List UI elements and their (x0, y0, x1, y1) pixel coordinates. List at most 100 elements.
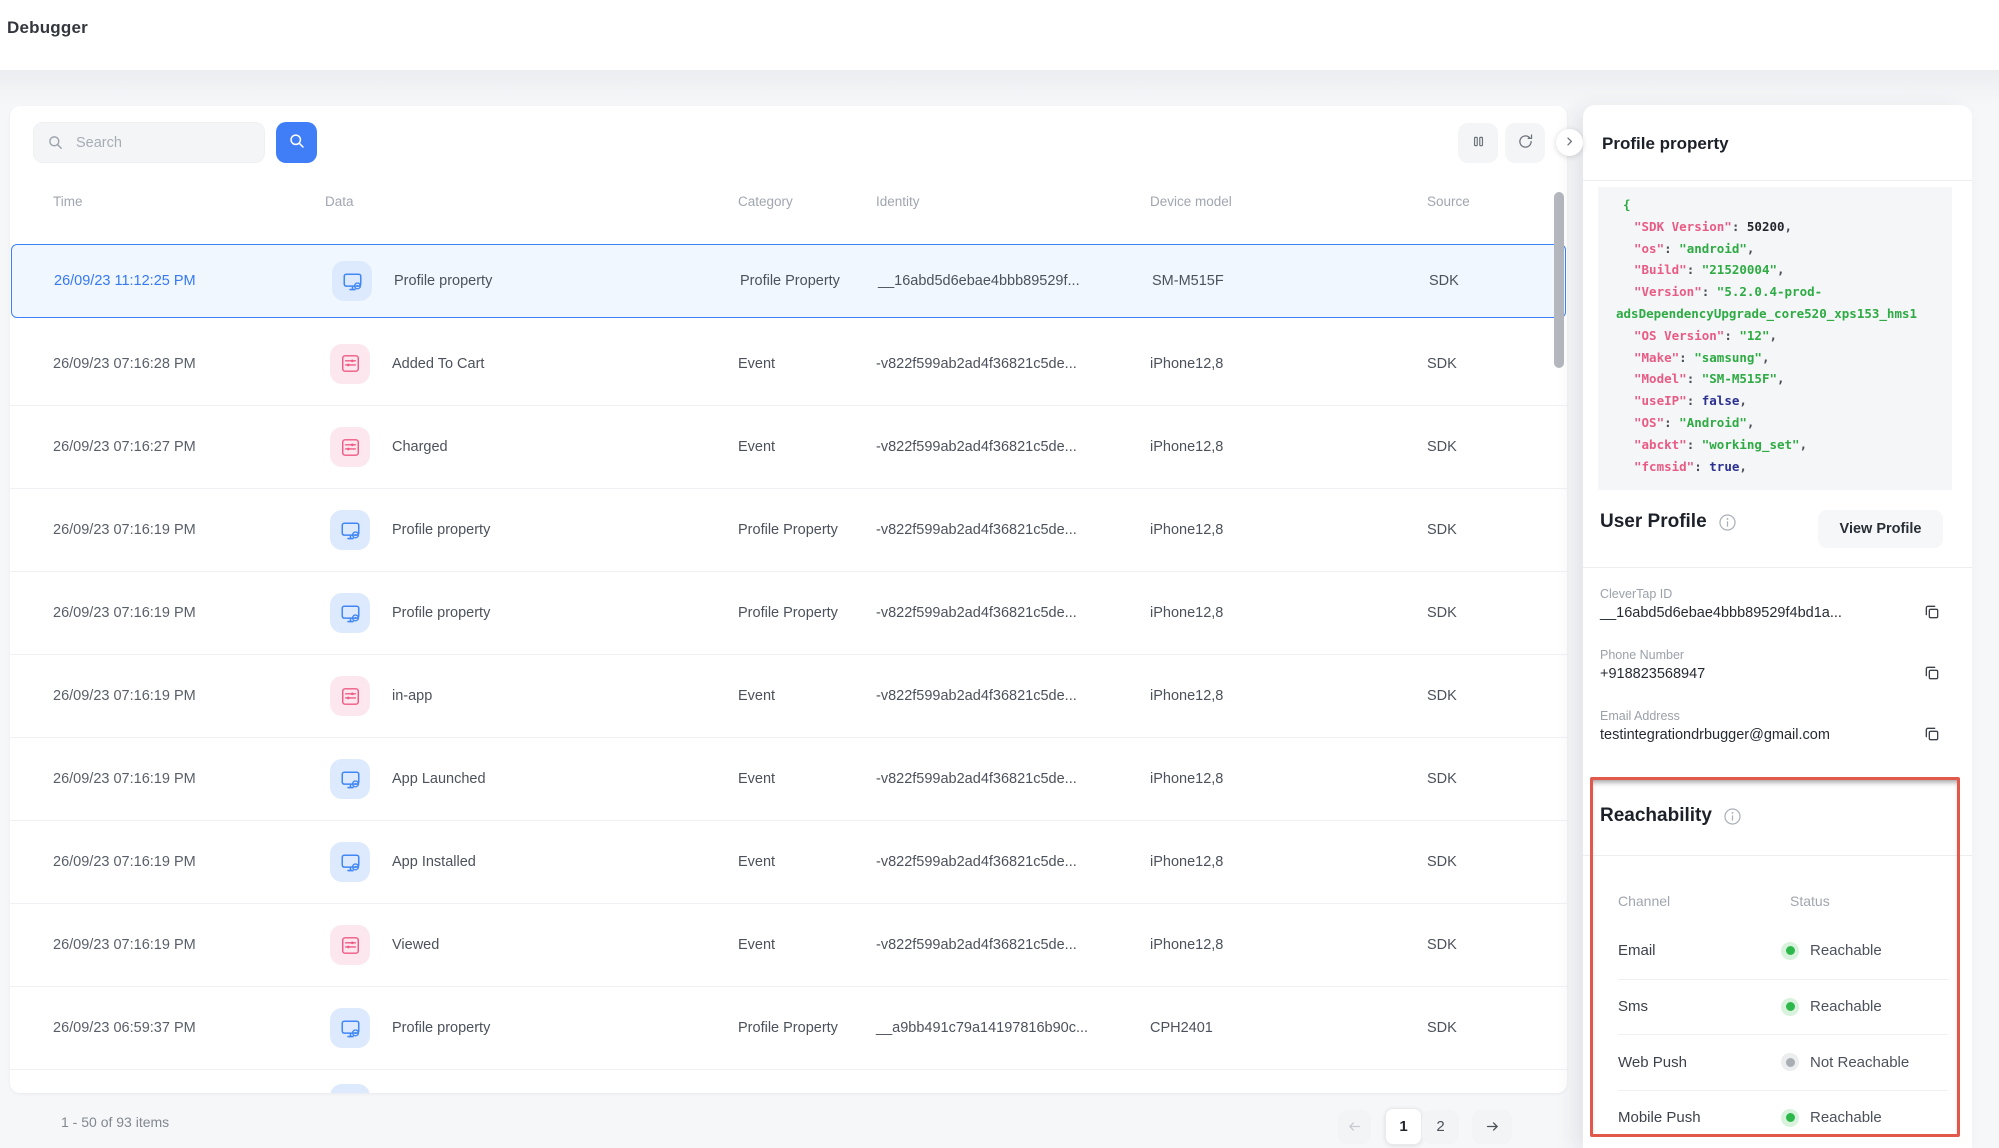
row-identity: -v822f599ab2ad4f36821c5de... (876, 854, 1077, 870)
copy-icon[interactable] (1921, 662, 1943, 684)
divider (1583, 855, 1972, 856)
row-source: SDK (1427, 771, 1457, 787)
divider (1583, 180, 1972, 181)
user-profile-field: Email Address testintegrationdrbugger@gma… (1600, 709, 1830, 743)
info-icon[interactable] (1717, 512, 1738, 533)
user-profile-field: CleverTap ID __16abd5d6ebae4bbb89529f4bd1… (1600, 587, 1842, 621)
event-sliders-icon (330, 925, 370, 965)
table-row[interactable]: 26/09/23 07:16:19 PMViewedEvent-v822f599… (10, 903, 1567, 986)
row-device-model: iPhone12,8 (1150, 771, 1223, 787)
row-time: 26/09/23 07:16:19 PM (53, 854, 196, 870)
row-category: Event (738, 688, 775, 704)
search-button[interactable] (276, 122, 317, 163)
row-time: 26/09/23 07:16:19 PM (53, 937, 196, 953)
channel-status: Reachable (1781, 942, 1882, 960)
reachability-row: Web PushNot Reachable (1618, 1034, 1948, 1090)
row-category: Event (738, 937, 775, 953)
row-source: SDK (1427, 356, 1457, 372)
row-data-label: Profile property (392, 1020, 490, 1036)
channel-status: Reachable (1781, 998, 1882, 1016)
row-time: 26/09/23 07:16:19 PM (53, 771, 196, 787)
copy-icon[interactable] (1921, 601, 1943, 623)
field-label: CleverTap ID (1600, 587, 1842, 601)
refresh-button[interactable] (1505, 123, 1545, 163)
json-code-line: "SDK Version": 50200, (1634, 216, 1948, 238)
field-label: Email Address (1600, 709, 1830, 723)
refresh-icon (1516, 132, 1535, 154)
status-label: Reachable (1810, 1109, 1882, 1126)
search-icon (287, 131, 307, 154)
device-settings-icon (332, 261, 372, 301)
row-source: SDK (1427, 522, 1457, 538)
info-icon[interactable] (1722, 806, 1743, 827)
pause-stream-button[interactable] (1458, 123, 1498, 163)
table-row[interactable]: 26/09/23 07:16:19 PMin-appEvent-v822f599… (10, 654, 1567, 737)
field-value: +918823568947 (1600, 666, 1705, 682)
row-source: SDK (1427, 1020, 1457, 1036)
row-device-model: iPhone12,8 (1150, 605, 1223, 621)
table-row[interactable]: 26/09/23 07:16:19 PMApp LaunchedEvent-v8… (10, 737, 1567, 820)
row-device-model: iPhone12,8 (1150, 937, 1223, 953)
device-settings-icon (330, 510, 370, 550)
device-settings-icon (330, 1008, 370, 1048)
row-identity: __a9bb491c79a14197816b90c... (876, 1020, 1088, 1036)
view-profile-button[interactable]: View Profile (1818, 510, 1943, 548)
table-row[interactable]: 26/09/23 07:16:19 PMApp InstalledEvent-v… (10, 820, 1567, 903)
row-data-label: Viewed (392, 937, 439, 953)
previous-page-button[interactable] (1338, 1110, 1371, 1144)
divider (1583, 567, 1972, 568)
row-category: Event (738, 356, 775, 372)
pagination: 12 (1338, 1108, 1512, 1145)
row-identity: -v822f599ab2ad4f36821c5de... (876, 356, 1077, 372)
reachability-row: EmailReachable (1618, 923, 1948, 979)
device-settings-icon (330, 759, 370, 799)
field-value: __16abd5d6ebae4bbb89529f4bd1a... (1600, 605, 1842, 621)
column-header-identity: Identity (876, 194, 920, 209)
table-row[interactable]: 26/09/23 07:16:28 PMAdded To CartEvent-v… (10, 322, 1567, 405)
json-code-line: "useIP": false, (1634, 390, 1948, 412)
search-field[interactable] (33, 122, 265, 163)
device-settings-icon (330, 842, 370, 882)
collapse-panel-button[interactable] (1556, 129, 1583, 156)
table-scrollbar[interactable] (1554, 192, 1564, 368)
reachability-column-headers: Channel Status (1618, 893, 1948, 909)
json-code-line: "OS": "Android", (1634, 412, 1948, 434)
field-value: testintegrationdrbugger@gmail.com (1600, 727, 1830, 743)
search-input[interactable] (74, 134, 252, 152)
status-label: Reachable (1810, 942, 1882, 959)
user-profile-title: User Profile (1600, 511, 1707, 533)
device-settings-icon (330, 593, 370, 633)
page-button-2[interactable]: 2 (1422, 1110, 1459, 1144)
json-code-line: "Model": "SM-M515F", (1634, 368, 1948, 390)
row-time: 26/09/23 07:16:28 PM (53, 356, 196, 372)
table-header-row: TimeDataCategoryIdentityDevice modelSour… (10, 194, 1567, 218)
row-device-model: iPhone12,8 (1150, 439, 1223, 455)
reachability-row: SmsReachable (1618, 979, 1948, 1035)
json-code-line: "fcmsid": true, (1634, 456, 1948, 478)
status-dot-not-reachable (1781, 1053, 1799, 1071)
row-identity: __16abd5d6ebae4bbb89529f... (878, 273, 1080, 289)
table-row[interactable]: 26/09/23 07:16:19 PMProfile propertyProf… (10, 571, 1567, 654)
status-column-header: Status (1790, 893, 1830, 909)
page-button-1[interactable]: 1 (1385, 1108, 1422, 1145)
row-data-label: Profile property (394, 273, 492, 289)
row-time: 26/09/23 11:12:25 PM (54, 273, 196, 289)
row-time: 26/09/23 07:16:27 PM (53, 439, 196, 455)
detail-panel-title: Profile property (1602, 134, 1729, 154)
table-row[interactable]: 26/09/23 07:16:19 PMProfile propertyProf… (10, 488, 1567, 571)
row-identity: -v822f599ab2ad4f36821c5de... (876, 688, 1077, 704)
table-row[interactable]: 26/09/23 07:16:27 PMChargedEvent-v822f59… (10, 405, 1567, 488)
row-category: Profile Property (738, 1020, 838, 1036)
row-data-label: Charged (392, 439, 448, 455)
row-source: SDK (1427, 605, 1457, 621)
column-header-device-model: Device model (1150, 194, 1232, 209)
copy-icon[interactable] (1921, 723, 1943, 745)
table-row-partial[interactable] (10, 1069, 1567, 1093)
status-label: Not Reachable (1810, 1054, 1909, 1071)
table-row[interactable]: 26/09/23 11:12:25 PMProfile propertyProf… (11, 244, 1566, 318)
row-device-model: iPhone12,8 (1150, 522, 1223, 538)
row-device-model: iPhone12,8 (1150, 688, 1223, 704)
table-row[interactable]: 26/09/23 06:59:37 PMProfile propertyProf… (10, 986, 1567, 1069)
next-page-button[interactable] (1472, 1110, 1512, 1144)
user-profile-header: User Profile (1600, 511, 1738, 533)
